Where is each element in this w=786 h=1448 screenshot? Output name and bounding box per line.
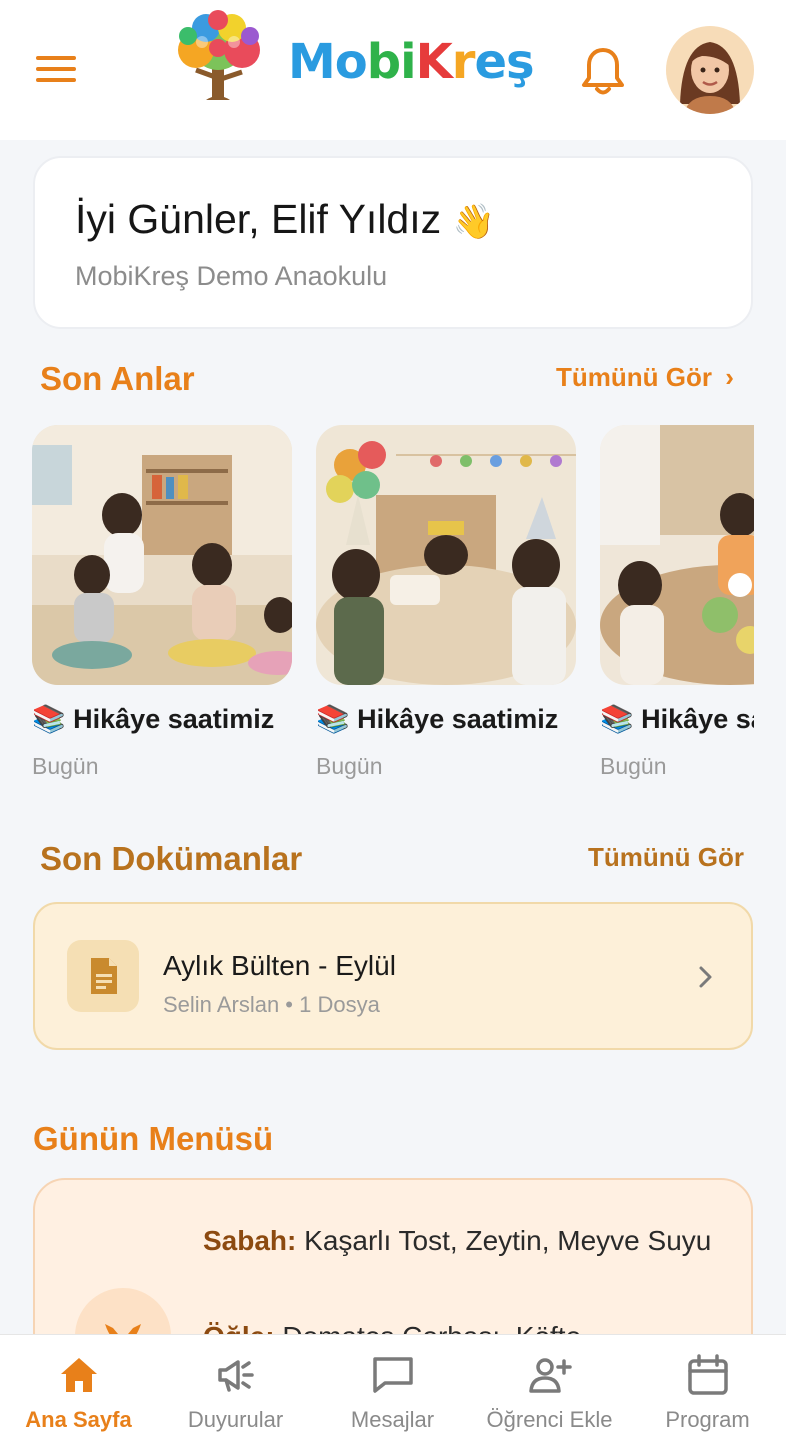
bell-icon[interactable]: [580, 46, 626, 98]
brand-letter: K: [415, 34, 453, 90]
moment-card[interactable]: 📚 Hikâye saatimiz Bugün: [316, 425, 576, 780]
moment-date: Bugün: [600, 753, 667, 779]
moment-caption: 📚 Hikâye saatimiz: [316, 703, 576, 735]
breakfast-label: Sabah:: [203, 1225, 297, 1256]
documents-section-title: Son Dokümanlar: [40, 840, 303, 877]
top-bar: MobiKreş: [0, 0, 786, 140]
chevron-right-icon: ›: [725, 362, 734, 392]
chevron-right-icon: [699, 966, 712, 988]
books-icon: 📚: [32, 704, 66, 734]
document-card[interactable]: Aylık Bülten - Eylül Selin Arslan • 1 Do…: [33, 902, 753, 1050]
moment-card[interactable]: 📚 Hikâye saatimiz Bugün: [600, 425, 754, 780]
home-icon: [61, 1358, 97, 1392]
greeting-card: İyi Günler, Elif Yıldız 👋 MobiKreş Demo …: [33, 156, 753, 329]
calendar-icon: [688, 1354, 728, 1395]
hamburger-menu-icon[interactable]: [36, 56, 76, 86]
nav-announcements-label: Duyurular: [187, 1407, 284, 1432]
nav-announcements[interactable]: Duyurular: [157, 1335, 314, 1448]
nav-messages-label: Mesajlar: [350, 1407, 435, 1432]
brand-letter: M: [288, 34, 336, 90]
nav-schedule[interactable]: Program: [629, 1335, 786, 1448]
megaphone-icon: [218, 1360, 254, 1392]
avatar[interactable]: [666, 26, 754, 114]
moments-see-all-link[interactable]: Tümünü Gör ›: [556, 362, 734, 393]
brand-letter: i: [400, 34, 416, 90]
moment-caption-text: Hikâye saatimiz: [73, 704, 275, 734]
brand-letter: r: [451, 34, 476, 90]
moments-carousel[interactable]: 📚 Hikâye saatimiz Bugün 📚 Hikâye saatimi…: [0, 425, 754, 785]
moment-caption: 📚 Hikâye saatimiz: [600, 703, 754, 735]
tree-logo-icon: [178, 10, 260, 100]
books-icon: 📚: [600, 704, 634, 734]
moments-section-title: Son Anlar: [40, 360, 195, 397]
nav-home[interactable]: Ana Sayfa: [0, 1335, 157, 1448]
nav-add-student[interactable]: Öğrenci Ekle: [471, 1335, 628, 1448]
document-meta: Selin Arslan • 1 Dosya: [163, 992, 380, 1017]
moment-caption-text: Hikâye saatimiz: [357, 704, 559, 734]
nav-schedule-label: Program: [665, 1407, 750, 1432]
bottom-navigation: Ana Sayfa Duyurular Mesajlar Öğrenci Ekl…: [0, 1334, 786, 1448]
daily-menu-section-title: Günün Menüsü: [33, 1120, 274, 1157]
moment-photo: [600, 425, 754, 685]
moment-card[interactable]: 📚 Hikâye saatimiz Bugün: [32, 425, 292, 780]
moment-photo: [316, 425, 576, 685]
nav-add-student-label: Öğrenci Ekle: [486, 1407, 613, 1432]
brand-letter: o: [334, 34, 368, 90]
document-icon: [67, 940, 139, 1012]
brand-name: MobiKreş: [288, 34, 535, 90]
books-icon: 📚: [316, 704, 350, 734]
school-name: MobiKreş Demo Anaokulu: [75, 261, 388, 291]
nav-home-label: Ana Sayfa: [25, 1407, 132, 1432]
moment-date: Bugün: [316, 753, 383, 779]
add-user-icon: [529, 1358, 572, 1393]
documents-see-all-link[interactable]: Tümünü Gör: [588, 842, 744, 873]
document-title: Aylık Bülten - Eylül: [163, 950, 396, 981]
breakfast-line: Sabah: Kaşarlı Tost, Zeytin, Meyve Suyu: [203, 1220, 723, 1262]
user-avatar-icon: [666, 26, 754, 114]
brand-letter: e: [474, 34, 507, 90]
message-icon: [373, 1357, 413, 1393]
moments-see-all-label: Tümünü Gör: [556, 362, 712, 392]
app-logo: MobiKreş: [166, 8, 535, 108]
moment-caption: 📚 Hikâye saatimiz: [32, 703, 292, 735]
moment-date: Bugün: [32, 753, 99, 779]
greeting-title: İyi Günler, Elif Yıldız 👋: [75, 196, 495, 243]
brand-letter: b: [366, 34, 401, 90]
brand-letter: ş: [506, 34, 535, 90]
moment-caption-text: Hikâye saatimiz: [641, 704, 754, 734]
breakfast-items: Kaşarlı Tost, Zeytin, Meyve Suyu: [304, 1225, 712, 1256]
greeting-text: İyi Günler, Elif Yıldız: [75, 196, 442, 242]
waving-hand-icon: 👋: [452, 203, 495, 241]
nav-messages[interactable]: Mesajlar: [314, 1335, 471, 1448]
moment-photo: [32, 425, 292, 685]
